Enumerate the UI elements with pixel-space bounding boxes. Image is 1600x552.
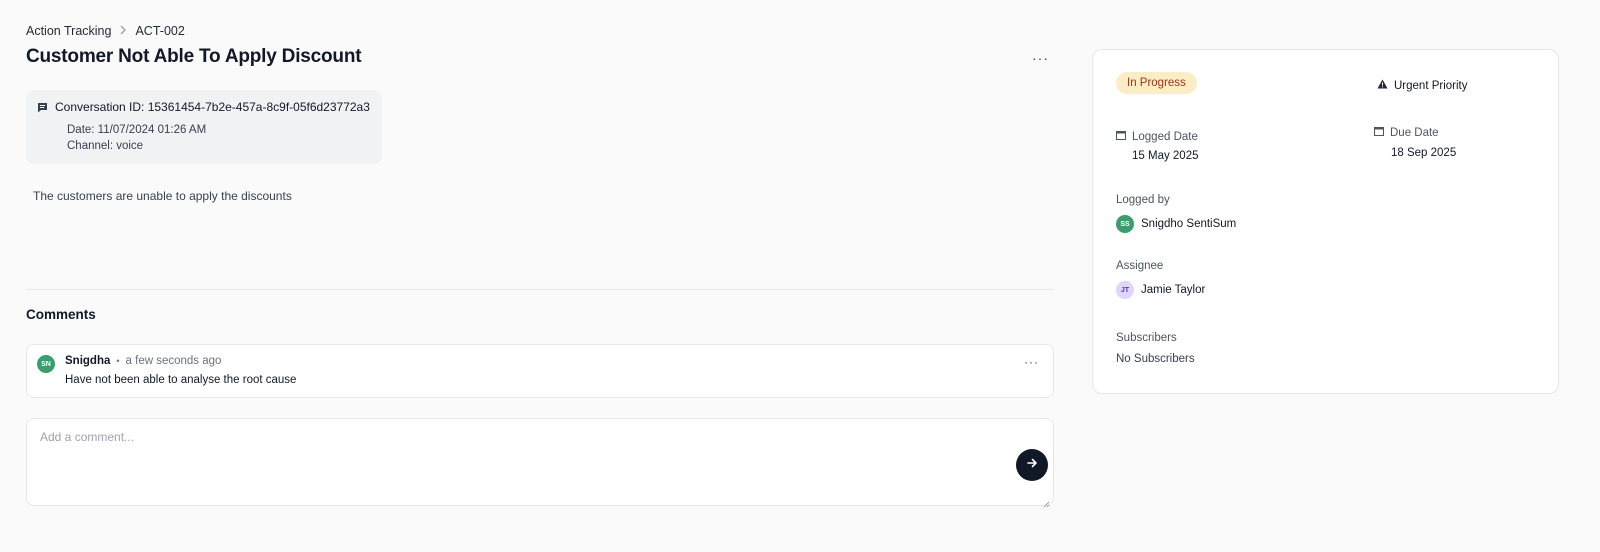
assignee-selector[interactable]: JT Jamie Taylor xyxy=(1116,281,1205,299)
status-badge[interactable]: In Progress xyxy=(1116,72,1197,94)
comment-item: SN Snigdha • a few seconds ago Have not … xyxy=(26,344,1054,398)
chevron-right-icon xyxy=(119,25,127,38)
action-description[interactable]: The customers are unable to apply the di… xyxy=(33,189,292,203)
logged-date-value: 15 May 2025 xyxy=(1132,150,1199,162)
conversation-info-box: Conversation ID: 15361454-7b2e-457a-8c9f… xyxy=(26,90,382,164)
logged-date-label-text: Logged Date xyxy=(1132,130,1198,143)
subscribers-label: Subscribers xyxy=(1116,332,1177,344)
comment-more-button[interactable]: ··· xyxy=(1024,355,1039,369)
conversation-id: Conversation ID: 15361454-7b2e-457a-8c9f… xyxy=(55,100,370,114)
logged-by-name: Snigdho SentiSum xyxy=(1141,218,1237,230)
priority-selector[interactable]: Urgent Priority xyxy=(1377,79,1468,92)
due-date-label-text: Due Date xyxy=(1390,126,1439,139)
separator-dot: • xyxy=(116,356,120,366)
warning-triangle-icon xyxy=(1377,79,1388,92)
comment-input-container xyxy=(26,418,1054,508)
calendar-icon xyxy=(1374,126,1384,139)
logged-by-user: SS Snigdho SentiSum xyxy=(1116,215,1236,233)
subscribers-value[interactable]: No Subscribers xyxy=(1116,353,1195,365)
send-comment-button[interactable] xyxy=(1016,449,1048,481)
avatar: SS xyxy=(1116,215,1134,233)
more-options-button[interactable]: ··· xyxy=(1032,50,1049,66)
resize-handle-icon[interactable] xyxy=(1043,495,1050,508)
conversation-date: Date: 11/07/2024 01:26 AM xyxy=(67,124,207,136)
breadcrumb: Action Tracking ACT-002 xyxy=(26,24,185,38)
more-horizontal-icon: ··· xyxy=(1032,50,1049,66)
due-date-value[interactable]: 18 Sep 2025 xyxy=(1391,147,1456,159)
assignee-name: Jamie Taylor xyxy=(1141,284,1206,296)
logged-by-label: Logged by xyxy=(1116,194,1170,206)
comment-input[interactable] xyxy=(27,419,1053,505)
calendar-icon xyxy=(1116,130,1126,143)
details-panel: In Progress Urgent Priority Logged Date … xyxy=(1092,49,1559,394)
more-horizontal-icon: ··· xyxy=(1024,355,1039,369)
comment-body: Have not been able to analyse the root c… xyxy=(65,374,297,386)
divider xyxy=(26,289,1054,290)
priority-label: Urgent Priority xyxy=(1394,79,1468,92)
avatar: JT xyxy=(1116,281,1134,299)
arrow-right-icon xyxy=(1026,456,1038,474)
breadcrumb-current: ACT-002 xyxy=(135,24,185,38)
avatar: SN xyxy=(37,355,55,373)
breadcrumb-action-tracking[interactable]: Action Tracking xyxy=(26,24,111,38)
conversation-channel: Channel: voice xyxy=(67,140,144,152)
comment-author: Snigdha xyxy=(65,355,111,367)
assignee-label: Assignee xyxy=(1116,260,1164,272)
logged-date-label: Logged Date xyxy=(1116,130,1198,143)
chat-icon xyxy=(37,102,48,113)
comment-timestamp: a few seconds ago xyxy=(125,355,222,367)
comments-heading: Comments xyxy=(26,307,96,322)
page-title: Customer Not Able To Apply Discount xyxy=(26,46,362,67)
due-date-label: Due Date xyxy=(1374,126,1439,139)
